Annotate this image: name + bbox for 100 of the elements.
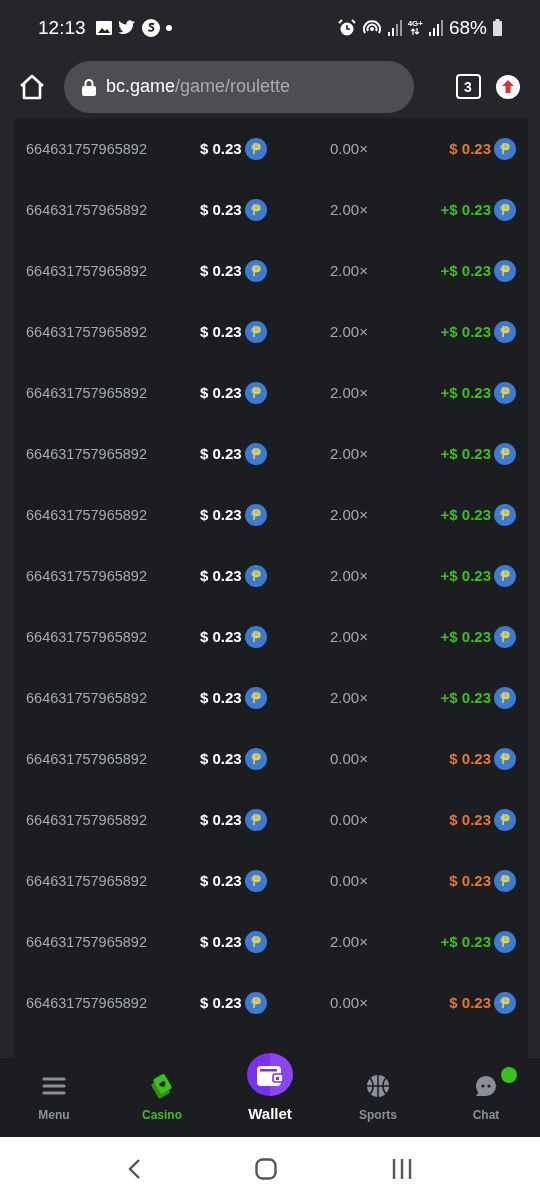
bet-amount: $ 0.23 bbox=[200, 811, 242, 828]
multiplier: 0.00× bbox=[330, 811, 369, 828]
battery-icon bbox=[493, 19, 502, 36]
menu-tab[interactable]: Menu bbox=[0, 1058, 108, 1137]
multiplier: 0.00× bbox=[330, 872, 369, 889]
coin-icon bbox=[494, 442, 516, 465]
bet-id: 664631757965892 bbox=[26, 384, 148, 401]
payout-amount: +$ 0.23 bbox=[440, 445, 491, 462]
multiplier: 2.00× bbox=[330, 933, 369, 950]
coin-icon bbox=[244, 503, 267, 526]
coin-icon bbox=[244, 808, 267, 831]
payout-amount: $ 0.23 bbox=[449, 994, 491, 1011]
coin-icon bbox=[494, 991, 516, 1014]
coin-icon bbox=[494, 930, 516, 953]
coin-icon bbox=[244, 137, 267, 160]
multiplier: 2.00× bbox=[330, 384, 369, 401]
coin-icon bbox=[494, 564, 516, 587]
coin-icon bbox=[244, 320, 267, 343]
bet-amount: $ 0.23 bbox=[200, 994, 242, 1011]
coin-icon bbox=[244, 564, 267, 587]
dot-icon bbox=[165, 24, 172, 31]
bet-id: 664631757965892 bbox=[26, 628, 148, 645]
signal-icon bbox=[387, 19, 402, 36]
payout-amount: +$ 0.23 bbox=[440, 933, 491, 950]
recents-icon[interactable] bbox=[391, 1158, 413, 1179]
coin-icon bbox=[494, 503, 516, 526]
coin-icon bbox=[494, 808, 516, 831]
multiplier: 2.00× bbox=[330, 506, 369, 523]
multiplier: 2.00× bbox=[330, 628, 369, 645]
wallet-icon bbox=[257, 1063, 283, 1086]
multiplier: 2.00× bbox=[330, 323, 369, 340]
data-arrows-icon bbox=[410, 28, 421, 35]
address-bar[interactable]: bc.game/game/roulette bbox=[64, 60, 414, 113]
bet-amount: $ 0.23 bbox=[200, 750, 242, 767]
chat-icon bbox=[473, 1073, 499, 1099]
bet-amount: $ 0.23 bbox=[200, 628, 242, 645]
tab-count-button[interactable]: 3 bbox=[455, 74, 481, 99]
bet-amount: $ 0.23 bbox=[200, 872, 242, 889]
payout-amount: $ 0.23 bbox=[449, 811, 491, 828]
bet-amount: $ 0.23 bbox=[200, 445, 242, 462]
bet-id: 664631757965892 bbox=[26, 567, 148, 584]
coin-icon bbox=[244, 991, 267, 1014]
sports-tab[interactable]: Sports bbox=[324, 1058, 432, 1137]
multiplier: 2.00× bbox=[330, 689, 369, 706]
bet-id: 664631757965892 bbox=[26, 689, 148, 706]
bet-amount: $ 0.23 bbox=[200, 140, 242, 157]
alarm-icon bbox=[337, 18, 356, 37]
payout-amount: +$ 0.23 bbox=[440, 506, 491, 523]
payout-amount: $ 0.23 bbox=[449, 140, 491, 157]
update-icon[interactable] bbox=[496, 74, 520, 99]
coin-icon bbox=[494, 625, 516, 648]
network-type: 4G+ bbox=[407, 20, 423, 28]
lock-icon bbox=[82, 77, 96, 96]
bet-id: 664631757965892 bbox=[26, 750, 148, 767]
signal-icon bbox=[428, 19, 443, 36]
battery-percent: 68% bbox=[448, 16, 487, 39]
casino-tab[interactable]: Casino bbox=[108, 1058, 216, 1137]
coin-icon bbox=[244, 381, 267, 404]
coin-icon bbox=[244, 686, 267, 709]
back-icon[interactable] bbox=[127, 1157, 141, 1180]
bet-amount: $ 0.23 bbox=[200, 384, 242, 401]
multiplier: 2.00× bbox=[330, 262, 369, 279]
bet-id: 664631757965892 bbox=[26, 506, 148, 523]
bet-amount: $ 0.23 bbox=[200, 201, 242, 218]
image-icon bbox=[95, 20, 112, 35]
bet-id: 664631757965892 bbox=[26, 323, 148, 340]
coin-icon bbox=[494, 137, 516, 160]
multiplier: 0.00× bbox=[330, 140, 369, 157]
bet-id: 664631757965892 bbox=[26, 872, 148, 889]
coin-icon bbox=[494, 198, 516, 221]
coin-icon bbox=[494, 381, 516, 404]
chat-tab[interactable]: Chat bbox=[432, 1058, 540, 1137]
coin-icon bbox=[244, 747, 267, 770]
home-icon[interactable] bbox=[255, 1157, 277, 1180]
coin-icon bbox=[244, 930, 267, 953]
clock-time: 12:13 bbox=[38, 16, 86, 39]
wallet-button[interactable] bbox=[247, 1053, 293, 1096]
wallet-tab[interactable]: Wallet bbox=[216, 1058, 324, 1137]
coin-icon bbox=[494, 747, 516, 770]
coin-icon bbox=[244, 442, 267, 465]
bet-amount: $ 0.23 bbox=[200, 933, 242, 950]
multiplier: 2.00× bbox=[330, 445, 369, 462]
bet-id: 664631757965892 bbox=[26, 811, 148, 828]
bet-id: 664631757965892 bbox=[26, 994, 148, 1011]
basketball-icon bbox=[365, 1073, 391, 1099]
multiplier: 2.00× bbox=[330, 567, 369, 584]
home-icon[interactable] bbox=[18, 72, 46, 101]
cards-icon bbox=[149, 1073, 175, 1099]
coin-icon bbox=[244, 625, 267, 648]
payout-amount: $ 0.23 bbox=[449, 750, 491, 767]
bet-id: 664631757965892 bbox=[26, 140, 148, 157]
coin-icon bbox=[141, 18, 160, 37]
coin-icon bbox=[244, 198, 267, 221]
bet-amount: $ 0.23 bbox=[200, 689, 242, 706]
bet-amount: $ 0.23 bbox=[200, 262, 242, 279]
bet-amount: $ 0.23 bbox=[200, 567, 242, 584]
bet-id: 664631757965892 bbox=[26, 262, 148, 279]
payout-amount: +$ 0.23 bbox=[440, 384, 491, 401]
bet-id: 664631757965892 bbox=[26, 201, 148, 218]
coin-icon bbox=[244, 869, 267, 892]
